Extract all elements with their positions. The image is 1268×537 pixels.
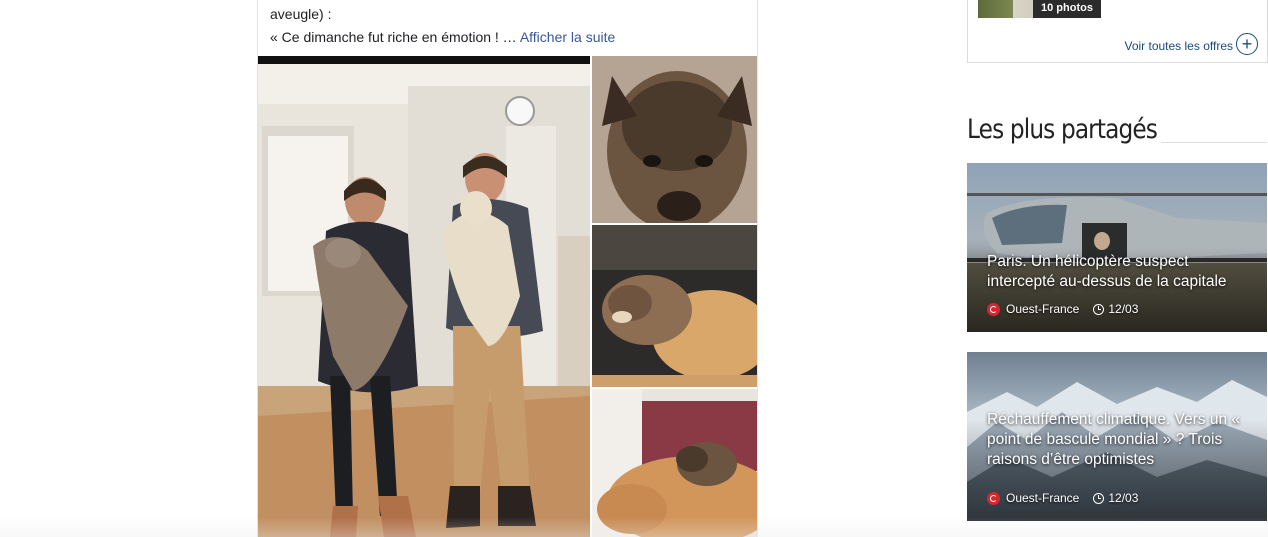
photo-grid	[258, 56, 757, 537]
section-title: Les plus partagés	[967, 114, 1158, 145]
article-meta: Ouest-France 12/03	[987, 490, 1138, 506]
section-divider	[1161, 142, 1267, 143]
post-text-line-1: aveugle) :	[270, 0, 740, 24]
see-more-link[interactable]: Afficher la suite	[520, 29, 615, 45]
offers-box: 10 photos Voir toutes les offres +	[967, 0, 1268, 63]
ouest-france-logo-icon	[987, 491, 1000, 505]
article-card[interactable]: Réchauffement climatique. Vers un « poin…	[967, 352, 1267, 521]
photo-puppies-sleeping[interactable]	[592, 225, 757, 387]
clock-icon	[1093, 303, 1105, 315]
view-all-offers-link[interactable]: Voir toutes les offres	[1124, 38, 1233, 54]
photo-puppy-closeup[interactable]	[592, 56, 757, 223]
article-source: Ouest-France	[1006, 491, 1080, 505]
post-excerpt: « Ce dimanche fut riche en émotion ! …	[270, 29, 517, 45]
article-meta: Ouest-France 12/03	[987, 301, 1138, 317]
ouest-france-logo-icon	[987, 302, 1000, 316]
article-title[interactable]: Réchauffement climatique. Vers un « poin…	[987, 410, 1255, 470]
post-text-first: aveugle) :	[270, 6, 332, 22]
article-title[interactable]: Paris. Un hélicoptère suspect intercepté…	[987, 252, 1255, 292]
post-text-clipped-line	[270, 0, 740, 4]
photo-couple-holding-puppies[interactable]	[258, 56, 590, 537]
embedded-post: aveugle) : « Ce dimanche fut riche en ém…	[257, 0, 758, 537]
photo-count-badge: 10 photos	[1033, 0, 1101, 18]
plus-circle-icon[interactable]: +	[1236, 33, 1258, 55]
article-card[interactable]: Paris. Un hélicoptère suspect intercepté…	[967, 163, 1267, 332]
article-date: 12/03	[1108, 491, 1139, 505]
article-date: 12/03	[1108, 302, 1139, 316]
article-source: Ouest-France	[1006, 302, 1080, 316]
clock-icon	[1093, 492, 1105, 504]
post-text-line-2: « Ce dimanche fut riche en émotion ! … A…	[270, 27, 740, 47]
photo-puppy-on-dog[interactable]	[592, 389, 757, 537]
